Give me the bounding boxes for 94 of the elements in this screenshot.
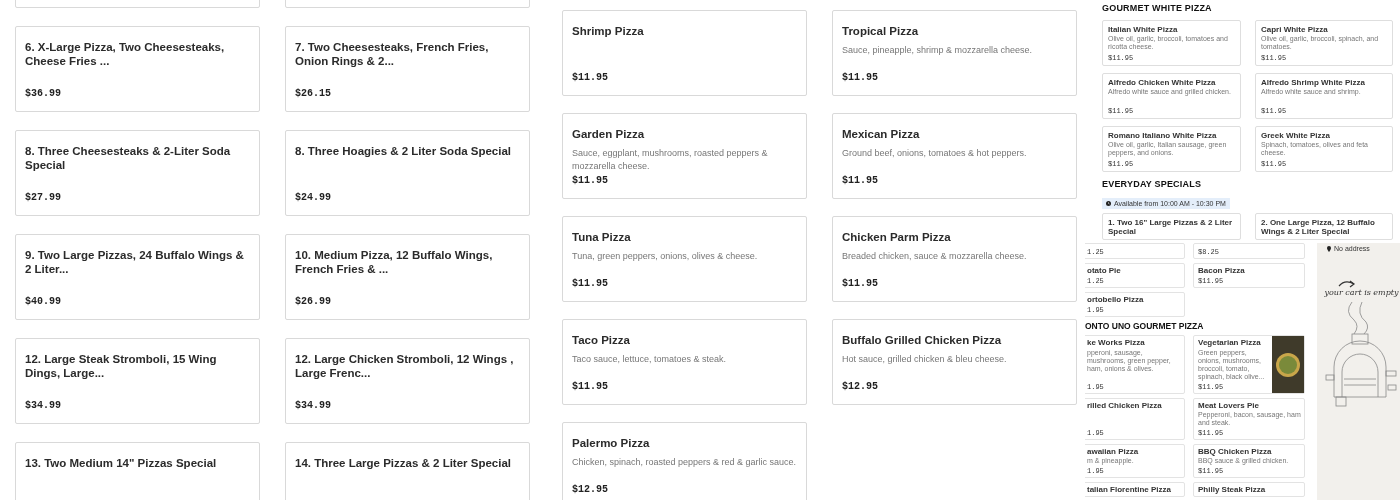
item-name: Capri White Pizza	[1261, 25, 1329, 35]
pizza-price: $11.95	[572, 72, 609, 83]
special-title: 9. Two Large Pizzas, 24 Buffalo Wings & 2 Liter...	[25, 248, 245, 277]
special-price: $26.99	[295, 296, 332, 307]
item-name: Meat Lovers Pie	[1198, 400, 1260, 410]
pizza-price: $11.95	[842, 72, 879, 83]
section-heading: GOURMET WHITE PIZZA	[1102, 3, 1213, 13]
pizza-name: Chicken Parm Pizza	[842, 230, 952, 245]
special-title: 8. Three Cheesesteaks & 2-Liter Soda Special	[25, 144, 232, 173]
pizza-name: Mexican Pizza	[842, 127, 921, 142]
special-price: $26.15	[295, 88, 332, 99]
special-card[interactable]: 8. Three Cheesesteaks & 2-Liter Soda Special $27.99	[15, 130, 260, 216]
pizza-price: $12.95	[572, 484, 609, 495]
clock-icon	[1106, 201, 1111, 206]
pin-icon	[1327, 245, 1331, 252]
pizza-description: Ground beef, onions, tomatoes & hot peppers.	[842, 147, 1028, 161]
item-name: Vegetarian Pizza	[1198, 338, 1262, 348]
item-name: ke Works Pizza	[1087, 338, 1146, 348]
special-title: 7. Two Cheesesteaks, French Fries, Onion Rings & 2...	[295, 40, 490, 69]
section-heading: EVERYDAY SPECIALS	[1102, 179, 1203, 189]
special-card[interactable]: 7. Two Cheesesteaks, French Fries, Onion Rings & 2... $26.15	[285, 26, 530, 112]
pizza-description: Chicken, spinach, roasted peppers & red & garlic sauce.	[572, 456, 797, 470]
special-title: 14. Three Large Pizzas & 2 Liter Special	[295, 456, 513, 471]
item-name: Philly Steak Pizza	[1198, 485, 1267, 495]
special-card[interactable]: 10. Medium Pizza, 12 Buffalo Wings, French Fries & ... $26.99	[285, 234, 530, 320]
pizza-name: Palermo Pizza	[572, 436, 651, 451]
special-title: 12. Large Chicken Stromboli, 12 Wings , Large Frenc...	[295, 352, 515, 381]
menu-item-card[interactable]: 1. Two 16" Large Pizzas & 2 Liter Special	[1102, 213, 1241, 241]
special-title: 10. Medium Pizza, 12 Buffalo Wings, French Fries & ...	[295, 248, 494, 277]
pizza-price: $11.95	[572, 278, 609, 289]
pizza-card[interactable]: Buffalo Grilled Chicken Pizza Hot sauce, grilled chicken & bleu cheese. $12.95	[832, 319, 1077, 405]
menu-item-card[interactable]: 2. One Large Pizza, 12 Buffalo Wings & 2 Liter Special	[1255, 213, 1393, 241]
pizza-description: Sauce, eggplant, mushrooms, roasted peppers & mozzarella cheese.	[572, 147, 769, 174]
menu-item-card[interactable]: talian Florentine Pizza	[1085, 482, 1185, 498]
item-name: Bacon Pizza	[1198, 266, 1246, 276]
item-name: BBQ Chicken Pizza	[1198, 447, 1273, 457]
pizza-drawing	[1275, 351, 1301, 378]
item-name: 1. Two 16" Large Pizzas & 2 Liter Special	[1108, 218, 1234, 237]
special-card[interactable]: 6. X-Large Pizza, Two Cheesesteaks, Cheese Fries ... $36.99	[15, 26, 260, 112]
pizza-name: Tuna Pizza	[572, 230, 632, 245]
special-card[interactable]: 8. Three Hoagies & 2 Liter Soda Special $24.99	[285, 130, 530, 216]
pizza-price: $11.95	[842, 175, 879, 186]
pizza-card[interactable]: Tropical Pizza Sauce, pineapple, shrimp & mozzarella cheese. $11.95	[832, 10, 1077, 96]
pizza-name: Taco Pizza	[572, 333, 631, 348]
item-name: Romano Italiano White Pizza	[1108, 131, 1218, 141]
pizza-price: $12.95	[842, 381, 879, 392]
menu-item-card[interactable]: Philly Steak Pizza	[1193, 482, 1305, 498]
pizza-card[interactable]: Mexican Pizza Ground beef, onions, tomatoes & hot peppers. $11.95	[832, 113, 1077, 199]
special-card[interactable]: 9. Two Large Pizzas, 24 Buffalo Wings & 2 Liter... $40.99	[15, 234, 260, 320]
pizza-card[interactable]: Palermo Pizza Chicken, spinach, roasted peppers & red & garlic sauce. $12.95	[562, 422, 807, 500]
special-title: 13. Two Medium 14" Pizzas Special	[25, 456, 218, 471]
special-price: $34.99	[25, 400, 62, 411]
item-name: Alfredo Chicken White Pizza	[1108, 78, 1217, 88]
special-card[interactable]: 14. Three Large Pizzas & 2 Liter Special	[285, 442, 530, 500]
special-title: 8. Three Hoagies & 2 Liter Soda Special	[295, 144, 513, 159]
special-title: 12. Large Steak Stromboli, 15 Wing Dings, Large...	[25, 352, 218, 381]
pizza-card[interactable]: Chicken Parm Pizza Breaded chicken, sauce & mozzarella cheese. $11.95	[832, 216, 1077, 302]
special-price: $27.99	[25, 192, 62, 203]
pizza-name: Tropical Pizza	[842, 24, 920, 39]
section-heading: ONTO UNO GOURMET PIZZA	[1085, 321, 1205, 332]
pizza-price: $11.95	[572, 381, 609, 392]
special-price: $40.99	[25, 296, 62, 307]
pizza-description: Tuna, green peppers, onions, olives & cheese.	[572, 250, 759, 264]
special-price: $24.99	[295, 192, 332, 203]
pizza-name: Garden Pizza	[572, 127, 646, 142]
item-name: Italian White Pizza	[1108, 25, 1179, 35]
pizza-description: Hot sauce, grilled chicken & bleu cheese.	[842, 353, 1008, 367]
item-name: 2. One Large Pizza, 12 Buffalo Wings & 2 Liter Special	[1261, 218, 1376, 237]
pizza-card[interactable]: Tuna Pizza Tuna, green peppers, onions, olives & cheese. $11.95	[562, 216, 807, 302]
pizza-description: Breaded chicken, sauce & mozzarella cheese.	[842, 250, 1028, 264]
pizza-card[interactable]: Garden Pizza Sauce, eggplant, mushrooms, roasted peppers & mozzarella cheese. $11.95	[562, 113, 807, 199]
special-title: 6. X-Large Pizza, Two Cheesesteaks, Cheese Fries ...	[25, 40, 226, 69]
item-name: Alfredo Shrimp White Pizza	[1261, 78, 1366, 88]
item-name: otato Pie	[1087, 266, 1122, 276]
item-name: rilled Chicken Pizza	[1087, 400, 1163, 410]
pizza-card[interactable]: Shrimp Pizza $11.95	[562, 10, 807, 96]
pizza-price: $11.95	[572, 175, 609, 186]
pizza-name: Buffalo Grilled Chicken Pizza	[842, 333, 1003, 348]
item-name: ortobello Pizza	[1087, 295, 1145, 305]
arrow-drawing	[1336, 278, 1357, 290]
pizza-description: Sauce, pineapple, shrimp & mozzarella cheese.	[842, 44, 1034, 58]
special-card[interactable]: 12. Large Chicken Stromboli, 12 Wings , Large Frenc... $34.99	[285, 338, 530, 424]
pizza-price: $11.95	[842, 278, 879, 289]
special-card[interactable]: 13. Two Medium 14" Pizzas Special	[15, 442, 260, 500]
item-name: Greek White Pizza	[1261, 131, 1331, 141]
special-price: $34.99	[295, 400, 332, 411]
special-card[interactable]: 12. Large Steak Stromboli, 15 Wing Dings, Large... $34.99	[15, 338, 260, 424]
pizza-name: Shrimp Pizza	[572, 24, 645, 39]
empty-cart-message: your cart is empty	[1324, 288, 1399, 297]
pizza-card[interactable]: Taco Pizza Taco sauce, lettuce, tomatoes & steak. $11.95	[562, 319, 807, 405]
item-name: awaiian Pizza	[1087, 447, 1140, 457]
pizza-description: Taco sauce, lettuce, tomatoes & steak.	[572, 353, 728, 367]
special-price: $36.99	[25, 88, 62, 99]
item-name: talian Florentine Pizza	[1087, 485, 1172, 495]
